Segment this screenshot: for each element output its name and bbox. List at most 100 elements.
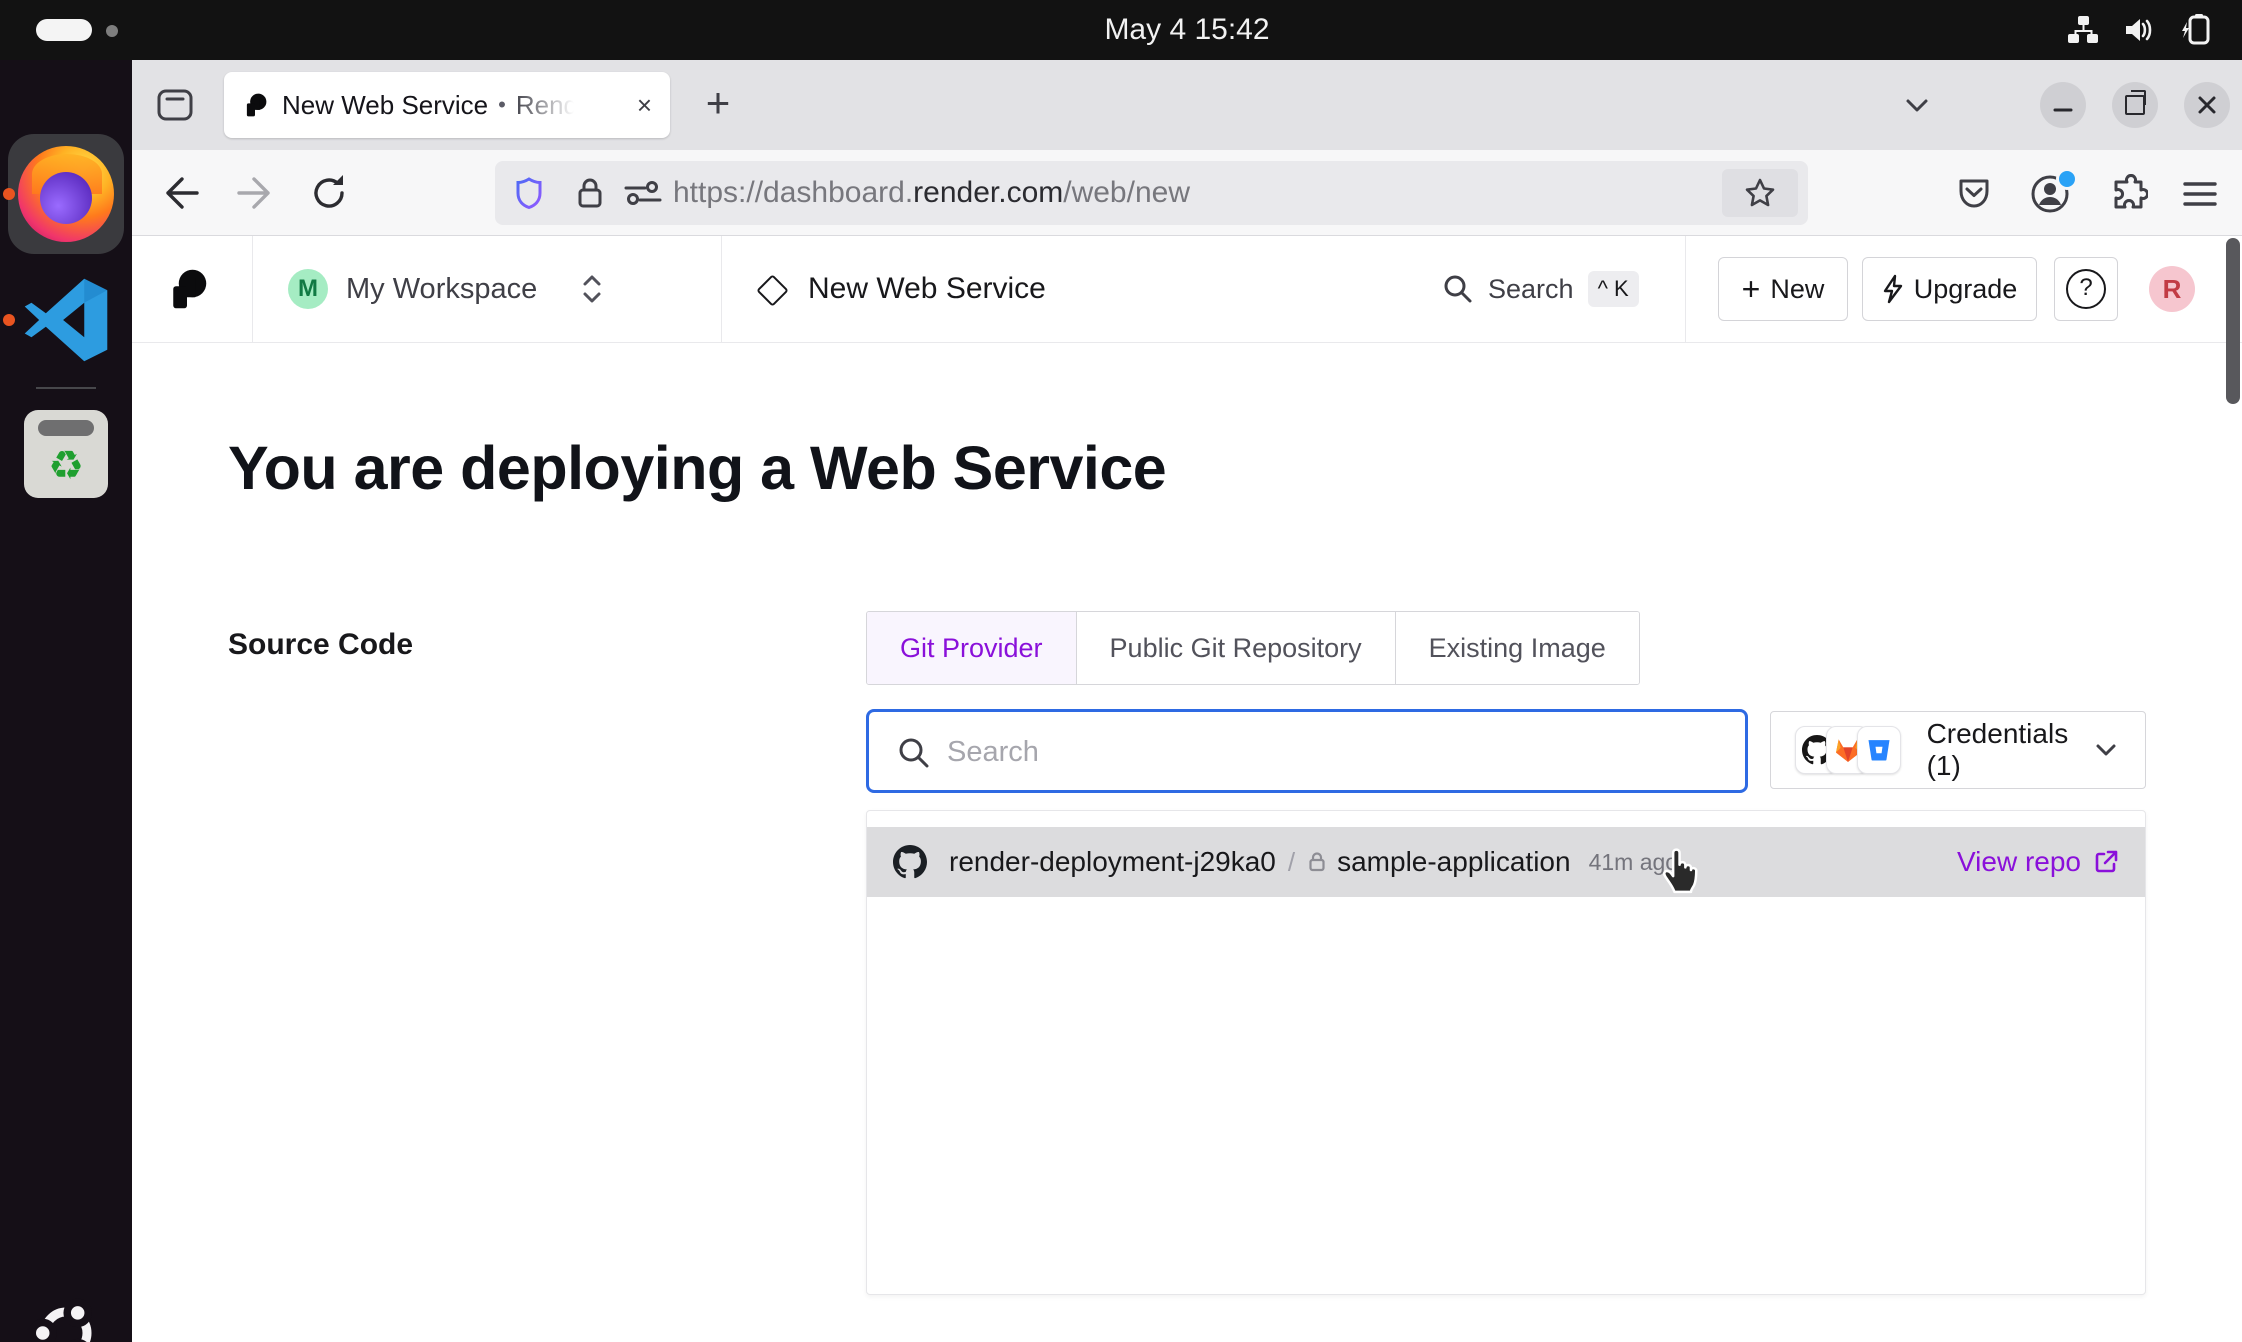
tab-list-chevron-icon[interactable] bbox=[1900, 88, 1934, 122]
firefox-icon bbox=[18, 146, 114, 242]
forward-button[interactable] bbox=[232, 170, 278, 216]
main-content: You are deploying a Web Service Source C… bbox=[132, 343, 2242, 1342]
chevron-down-icon bbox=[2091, 735, 2121, 765]
volume-icon bbox=[2122, 13, 2156, 47]
system-tray[interactable] bbox=[2066, 12, 2216, 48]
repo-row[interactable]: render-deployment-j29ka0 / sample-applic… bbox=[867, 827, 2145, 897]
credentials-dropdown[interactable]: Credentials (1) bbox=[1770, 711, 2146, 789]
external-link-icon bbox=[2093, 849, 2119, 875]
workspace-chevron-updown-icon bbox=[578, 272, 606, 306]
view-repo-link[interactable]: View repo bbox=[1957, 846, 2119, 878]
upgrade-button-label: Upgrade bbox=[1914, 274, 2018, 305]
app-header: M My Workspace New Web Service Search ^ … bbox=[132, 236, 2242, 343]
pocket-icon[interactable] bbox=[1954, 174, 2000, 220]
url-domain: render.com bbox=[913, 176, 1063, 209]
browser-tab-bar: New Web Service • Render × + bbox=[132, 60, 2242, 150]
browser-tab[interactable]: New Web Service • Render × bbox=[224, 72, 670, 138]
system-clock[interactable]: May 4 15:42 bbox=[132, 0, 2242, 60]
system-top-bar: May 4 15:42 bbox=[0, 0, 2242, 60]
tab-title-suffix: Render bbox=[516, 90, 582, 121]
search-icon bbox=[897, 736, 931, 770]
window-close-button[interactable] bbox=[2184, 82, 2230, 128]
new-tab-button[interactable]: + bbox=[692, 76, 744, 132]
url-path: /web/new bbox=[1063, 176, 1190, 209]
tab-title: New Web Service bbox=[282, 90, 488, 121]
dock: ♻ bbox=[0, 60, 132, 1342]
repo-owner: render-deployment-j29ka0 bbox=[949, 846, 1276, 878]
tab-git-provider[interactable]: Git Provider bbox=[867, 612, 1076, 684]
back-button[interactable] bbox=[158, 170, 204, 216]
source-code-label: Source Code bbox=[228, 628, 413, 662]
browser-nav-bar: https://dashboard.render.com/web/new bbox=[132, 150, 2242, 236]
header-divider-2 bbox=[721, 236, 722, 342]
window-restore-button[interactable] bbox=[2112, 82, 2158, 128]
url-prefix: https://dashboard. bbox=[673, 176, 913, 209]
bookmark-star-button[interactable] bbox=[1722, 169, 1798, 217]
network-icon bbox=[2066, 13, 2100, 47]
tracking-shield-icon[interactable] bbox=[511, 175, 547, 211]
plus-icon: + bbox=[1742, 271, 1761, 308]
window-minimize-button[interactable] bbox=[2040, 82, 2086, 128]
vscode-running-dot bbox=[3, 314, 15, 326]
extensions-puzzle-icon[interactable] bbox=[2108, 174, 2154, 220]
lock-icon[interactable] bbox=[573, 175, 607, 211]
account-icon[interactable] bbox=[2028, 172, 2074, 218]
view-repo-label: View repo bbox=[1957, 846, 2081, 878]
page-scrollbar-thumb[interactable] bbox=[2226, 238, 2240, 404]
battery-charging-icon bbox=[2178, 13, 2216, 47]
permissions-sliders-icon[interactable] bbox=[621, 175, 665, 211]
search-shortcut-badge: ^ K bbox=[1588, 271, 1639, 307]
url-bar[interactable]: https://dashboard.render.com/web/new bbox=[495, 161, 1808, 225]
workspace-avatar: M bbox=[288, 269, 328, 309]
dock-item-show-apps[interactable] bbox=[30, 1297, 102, 1342]
activities-pill[interactable] bbox=[36, 19, 92, 41]
global-search-button[interactable]: Search ^ K bbox=[1442, 236, 1639, 342]
header-divider-1 bbox=[252, 236, 253, 342]
repo-name: sample-application bbox=[1337, 846, 1570, 878]
screen: May 4 15:42 bbox=[0, 0, 2242, 1342]
repo-separator: / bbox=[1288, 847, 1295, 878]
question-icon: ? bbox=[2066, 269, 2106, 309]
help-button[interactable]: ? bbox=[2054, 257, 2118, 321]
header-divider-3 bbox=[1685, 236, 1686, 342]
lightning-icon bbox=[1882, 274, 1904, 304]
hamburger-menu-icon[interactable] bbox=[2180, 176, 2226, 222]
tab-existing-image[interactable]: Existing Image bbox=[1395, 612, 1639, 684]
private-lock-icon bbox=[1307, 851, 1327, 873]
upgrade-button[interactable]: Upgrade bbox=[1862, 257, 2037, 321]
new-button-label: New bbox=[1770, 274, 1824, 305]
new-button[interactable]: + New bbox=[1718, 257, 1848, 321]
account-notification-dot bbox=[2056, 168, 2078, 190]
tab-favicon-render-icon bbox=[242, 92, 268, 118]
dock-item-trash[interactable]: ♻ bbox=[24, 410, 108, 498]
repo-list-panel: render-deployment-j29ka0 / sample-applic… bbox=[866, 810, 2146, 1295]
firefox-running-dot bbox=[3, 188, 15, 200]
firefox-globe bbox=[40, 172, 92, 224]
workspace-dot bbox=[106, 25, 118, 37]
github-icon bbox=[893, 845, 927, 879]
ubuntu-logo-icon bbox=[30, 1297, 102, 1342]
restore-glyph bbox=[2125, 95, 2145, 115]
repo-search-box bbox=[866, 709, 1748, 793]
tab-public-git-repository[interactable]: Public Git Repository bbox=[1076, 612, 1395, 684]
firefox-view-button[interactable] bbox=[152, 82, 198, 128]
search-label: Search bbox=[1488, 274, 1574, 305]
dock-item-vscode[interactable] bbox=[18, 272, 114, 368]
dock-item-firefox[interactable] bbox=[8, 134, 124, 254]
tab-close-icon[interactable]: × bbox=[637, 90, 652, 121]
user-avatar[interactable]: R bbox=[2149, 266, 2195, 312]
repo-search-input[interactable] bbox=[945, 716, 1729, 788]
page-title: New Web Service bbox=[808, 236, 1046, 342]
bitbucket-icon bbox=[1857, 726, 1900, 774]
url-text[interactable]: https://dashboard.render.com/web/new bbox=[673, 161, 1190, 225]
reload-button[interactable] bbox=[306, 170, 352, 216]
mouse-cursor-pointer bbox=[1658, 843, 1708, 897]
search-icon bbox=[1442, 273, 1474, 305]
render-logo-icon[interactable] bbox=[165, 267, 209, 311]
dock-separator bbox=[36, 387, 96, 389]
credentials-label: Credentials (1) bbox=[1927, 718, 2091, 782]
vscode-icon bbox=[18, 272, 114, 368]
workspace-selector[interactable]: M My Workspace bbox=[272, 236, 712, 342]
recycle-icon: ♻ bbox=[24, 440, 108, 492]
source-tabs: Git Provider Public Git Repository Exist… bbox=[866, 611, 1640, 685]
